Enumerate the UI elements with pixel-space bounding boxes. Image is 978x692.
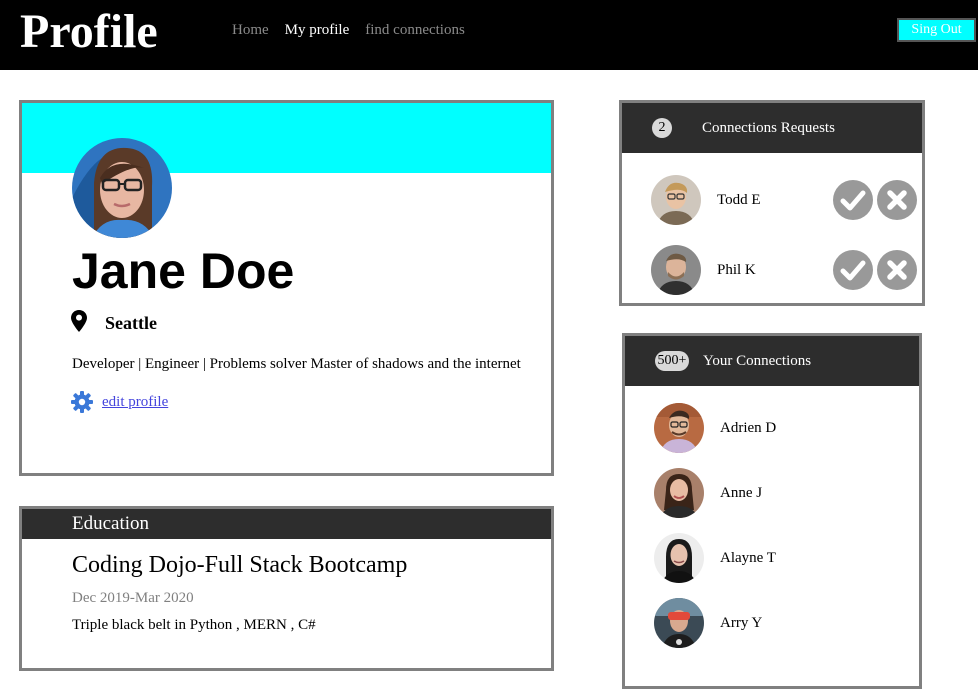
top-navbar: Profile Home My profile find connections…	[0, 0, 978, 70]
avatar	[651, 245, 701, 295]
your-connections-title: Your Connections	[703, 353, 812, 369]
profile-avatar	[72, 138, 172, 238]
check-icon[interactable]	[833, 180, 873, 220]
connection-requests-card: 2 Connections Requests Todd E Phil K	[619, 100, 925, 306]
connection-requests-title: Connections Requests	[702, 120, 835, 136]
avatar	[654, 533, 704, 583]
close-icon[interactable]	[877, 250, 917, 290]
request-row: Todd E	[622, 170, 922, 230]
connections-count-badge: 500+	[655, 351, 689, 371]
education-dates: Dec 2019-Mar 2020	[72, 590, 194, 606]
avatar	[654, 598, 704, 648]
connection-name: Alayne T	[720, 550, 776, 566]
edit-profile-link[interactable]: edit profile	[102, 392, 168, 412]
connection-name: Arry Y	[720, 615, 763, 631]
profile-name: Jane Doe	[72, 243, 295, 299]
profile-bio: Developer | Engineer | Problems solver M…	[72, 356, 521, 372]
avatar	[654, 403, 704, 453]
connection-row[interactable]: Anne J	[625, 463, 919, 523]
connection-requests-header: 2 Connections Requests	[622, 103, 922, 153]
main-nav: Home My profile find connections	[232, 20, 465, 40]
check-icon[interactable]	[833, 250, 873, 290]
education-card: Education Coding Dojo-Full Stack Bootcam…	[19, 506, 554, 671]
page-brand-title: Profile	[20, 5, 158, 58]
map-pin-icon	[71, 310, 87, 332]
avatar	[654, 468, 704, 518]
education-description: Triple black belt in Python , MERN , C#	[72, 617, 316, 633]
nav-my-profile-link[interactable]: My profile	[285, 20, 350, 40]
connection-name: Anne J	[720, 485, 763, 501]
nav-find-connections-link[interactable]: find connections	[365, 20, 465, 40]
gear-icon[interactable]	[71, 391, 93, 413]
education-school: Coding Dojo-Full Stack Bootcamp	[72, 552, 408, 578]
request-row: Phil K	[622, 240, 922, 300]
profile-card: Jane Doe Seattle Developer | Engineer | …	[19, 100, 554, 476]
connection-row[interactable]: Arry Y	[625, 593, 919, 653]
profile-location: Seattle	[105, 313, 157, 333]
sign-out-button[interactable]: Sing Out	[897, 18, 976, 42]
your-connections-card: 500+ Your Connections Adrien D Anne J Al…	[622, 333, 922, 689]
request-name: Phil K	[717, 262, 756, 278]
nav-home-link[interactable]: Home	[232, 20, 269, 40]
connection-row[interactable]: Alayne T	[625, 528, 919, 588]
close-icon[interactable]	[877, 180, 917, 220]
education-header: Education	[22, 509, 551, 539]
avatar	[651, 175, 701, 225]
connection-row[interactable]: Adrien D	[625, 398, 919, 458]
education-heading: Education	[72, 513, 150, 534]
your-connections-header: 500+ Your Connections	[625, 336, 919, 386]
request-name: Todd E	[717, 192, 761, 208]
connection-name: Adrien D	[720, 420, 777, 436]
requests-count-badge: 2	[652, 118, 672, 138]
